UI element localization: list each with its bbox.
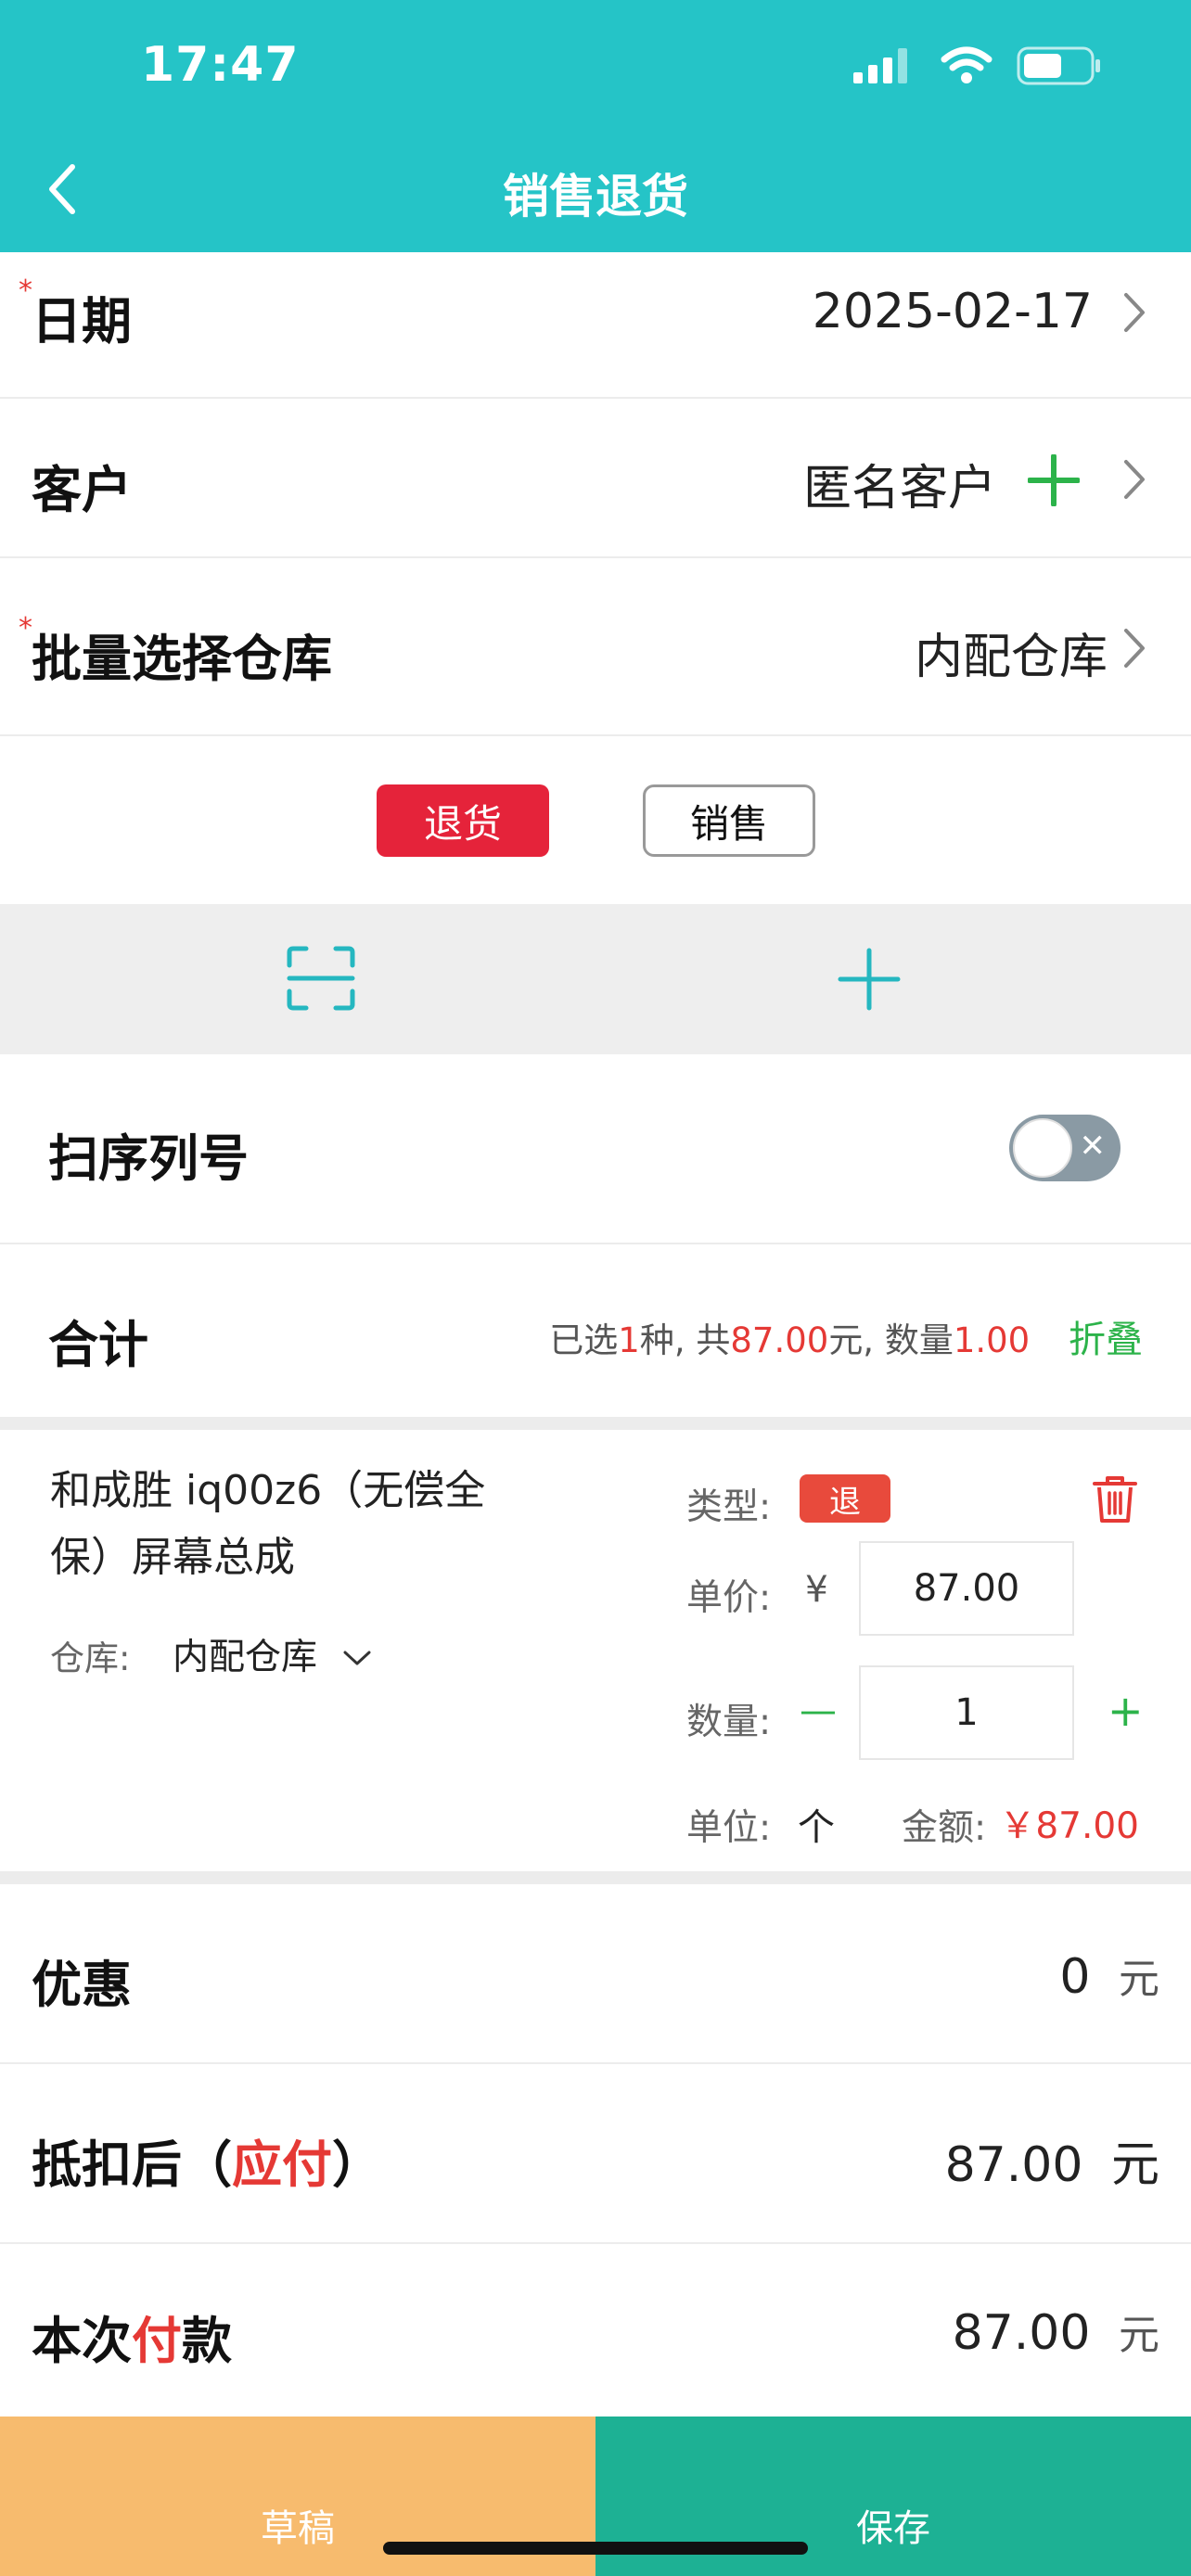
payable-value: 87.00	[944, 2137, 1083, 2193]
required-mark: *	[19, 274, 32, 307]
trash-icon[interactable]	[1093, 1474, 1137, 1524]
summary-kinds: 1	[618, 1320, 640, 1360]
currency-symbol: ¥	[805, 1569, 828, 1611]
payment-label: 本次付款	[32, 2300, 232, 2373]
summary-text: 种, 共	[639, 1320, 731, 1360]
sale-mode-button[interactable]: 销售	[643, 784, 815, 857]
add-customer-icon[interactable]	[1028, 454, 1080, 506]
type-badge: 退	[800, 1474, 890, 1523]
payable-row: 抵扣后（应付） 87.00 元	[0, 2064, 1191, 2244]
payment-field[interactable]: 87.00 元	[953, 2302, 1159, 2361]
amount-label: 金额:	[902, 1807, 987, 1849]
quantity-input[interactable]: 1	[859, 1665, 1074, 1760]
action-toolbar	[0, 904, 1191, 1054]
customer-row[interactable]: 客户 匿名客户	[0, 399, 1191, 558]
chevron-right-icon	[1124, 629, 1145, 668]
total-label: 合计	[48, 1316, 148, 1374]
summary-text: 已选	[549, 1320, 619, 1360]
chevron-right-icon	[1124, 293, 1145, 332]
discount-row[interactable]: 优惠 0 元	[0, 1884, 1191, 2064]
required-mark: *	[19, 612, 32, 644]
signal-icon	[853, 48, 907, 83]
discount-value: 0	[1059, 1949, 1091, 2005]
discount-unit: 元	[1119, 1956, 1159, 2003]
divider	[0, 1871, 1191, 1884]
warehouse-label: 批量选择仓库	[32, 630, 332, 688]
summary-quantity: 1.00	[953, 1320, 1031, 1360]
header-bar: 17:47 销售退货	[0, 0, 1191, 252]
home-indicator	[383, 2542, 808, 2555]
item-warehouse-value: 内配仓库	[173, 1637, 318, 1678]
total-summary: 已选1种, 共87.00元, 数量1.00 折叠	[549, 1309, 1143, 1363]
serial-scan-label: 扫序列号	[48, 1129, 249, 1188]
page-title: 销售退货	[503, 170, 688, 223]
payment-row[interactable]: 本次付款 87.00 元	[0, 2244, 1191, 2417]
battery-icon	[1017, 46, 1100, 85]
date-row[interactable]: * 日期 2025-02-17	[0, 252, 1191, 399]
decrease-quantity-button[interactable]: —	[800, 1690, 837, 1732]
chevron-down-icon	[343, 1651, 371, 1665]
payment-value: 87.00	[952, 2305, 1091, 2361]
unit-label: 单位:	[686, 1807, 772, 1849]
unit-value: 个	[798, 1806, 835, 1849]
scan-icon[interactable]	[286, 945, 356, 1012]
payment-label-suffix: 款	[182, 2312, 232, 2370]
discount-field[interactable]: 0 元	[1059, 1945, 1159, 2005]
date-value[interactable]: 2025-02-17	[813, 284, 1093, 339]
status-time: 17:47	[141, 37, 300, 93]
payment-unit: 元	[1119, 2312, 1159, 2359]
item-name: 和成胜 iq00z6（无偿全保）屏幕总成	[50, 1467, 486, 1581]
payable-label-prefix: 抵扣后（	[32, 2136, 232, 2194]
wifi-icon	[941, 46, 992, 83]
warehouse-value[interactable]: 内配仓库	[915, 618, 1108, 687]
type-label: 类型:	[686, 1486, 772, 1528]
discount-label: 优惠	[32, 1956, 132, 2014]
collapse-button[interactable]: 折叠	[1069, 1319, 1143, 1361]
payable-label-highlight: 应付	[232, 2136, 332, 2194]
divider	[0, 1417, 1191, 1430]
amount-value: ￥87.00	[999, 1805, 1139, 1847]
payable-label: 抵扣后（应付）	[32, 2123, 382, 2197]
item-warehouse-label: 仓库:	[50, 1639, 131, 1678]
price-label: 单价:	[686, 1577, 772, 1619]
plus-icon[interactable]	[837, 947, 902, 1012]
summary-amount: 87.00	[730, 1320, 829, 1360]
increase-quantity-button[interactable]: +	[1108, 1686, 1144, 1736]
quantity-label: 数量:	[686, 1702, 772, 1743]
return-mode-button[interactable]: 退货	[377, 784, 549, 857]
warehouse-row[interactable]: * 批量选择仓库 内配仓库	[0, 558, 1191, 736]
chevron-right-icon	[1124, 460, 1145, 499]
payable-label-suffix: ）	[332, 2136, 382, 2194]
customer-label: 客户	[32, 461, 132, 519]
payment-label-highlight: 付	[132, 2312, 182, 2370]
close-icon: ✕	[1079, 1128, 1107, 1165]
serial-scan-toggle[interactable]: ✕	[1009, 1115, 1121, 1181]
summary-text: 元, 数量	[828, 1320, 954, 1360]
payment-label-prefix: 本次	[32, 2312, 132, 2370]
payable-field: 87.00 元	[945, 2125, 1159, 2195]
unit-price-input[interactable]: 87.00	[859, 1541, 1074, 1636]
payable-unit: 元	[1110, 2137, 1159, 2193]
toggle-knob	[1013, 1118, 1072, 1178]
customer-value[interactable]: 匿名客户	[803, 449, 996, 518]
date-label: 日期	[32, 292, 132, 351]
status-icons	[853, 46, 1102, 85]
item-warehouse-select[interactable]: 内配仓库	[173, 1628, 373, 1680]
